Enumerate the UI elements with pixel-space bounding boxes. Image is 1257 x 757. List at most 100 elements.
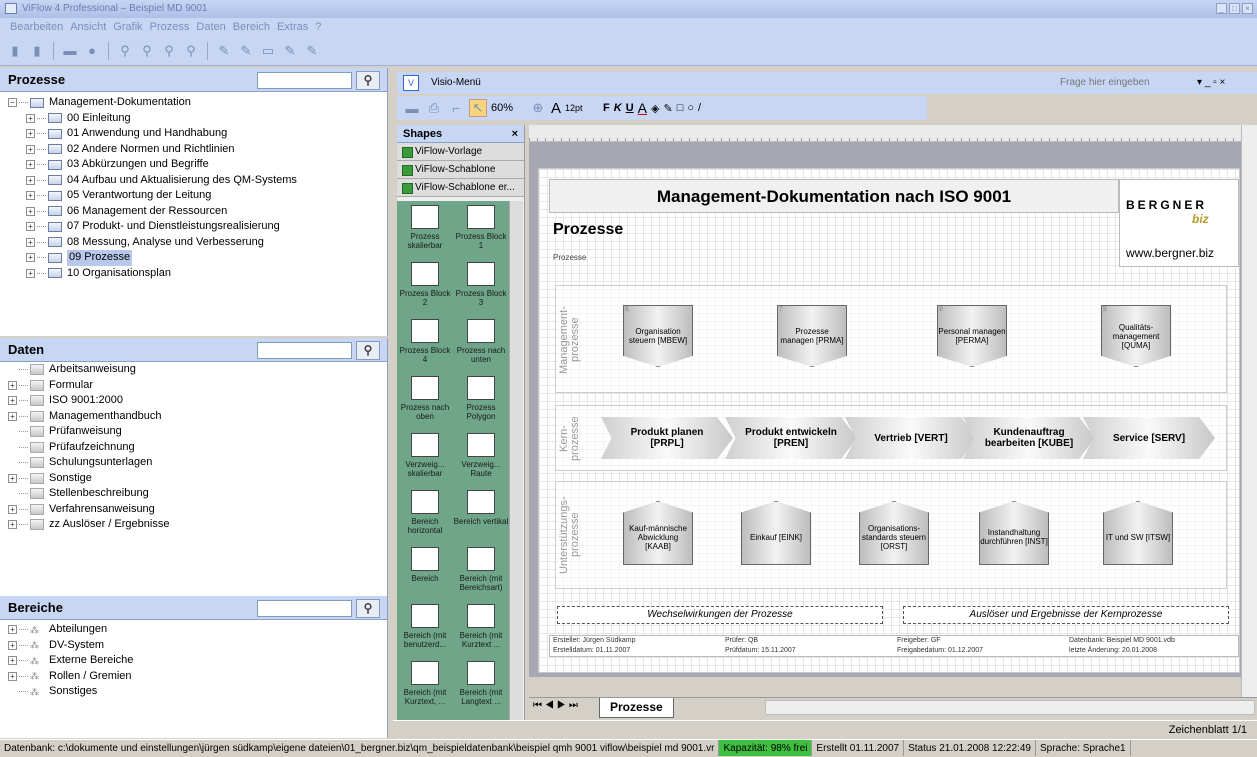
shapes-close-icon[interactable]: × <box>512 125 518 143</box>
expand-icon[interactable]: + <box>26 175 35 185</box>
daten-item[interactable]: + Verfahrensanweisung <box>8 502 387 518</box>
core-process[interactable]: Kundenauftrag bearbeiten [KUBE] <box>963 417 1095 459</box>
core-process[interactable]: Service [SERV] <box>1083 417 1215 459</box>
bereich-item[interactable]: + ⁂ Abteilungen <box>8 622 387 638</box>
menu-bereich[interactable]: Bereich <box>233 18 270 36</box>
mgmt-process[interactable]: Prozesse managen [PRMA] <box>777 305 847 367</box>
underline-icon[interactable]: U <box>626 102 634 114</box>
stencil-vorlage[interactable]: ViFlow-Vorlage <box>397 143 524 161</box>
shape-item[interactable]: Prozess Block 4 <box>397 319 453 364</box>
save-doc-icon[interactable]: ▬ <box>403 99 421 117</box>
tree-item[interactable]: +08 Messung, Analyse und Verbesserung <box>8 235 387 251</box>
shape-item[interactable]: Prozess skalierbar <box>397 205 453 250</box>
horizontal-scrollbar[interactable] <box>765 700 1255 715</box>
shapes-scrollbar[interactable] <box>509 201 523 721</box>
ellipse-icon[interactable]: ○ <box>687 102 694 114</box>
menu-help[interactable]: ? <box>315 18 321 36</box>
expand-icon[interactable]: + <box>26 191 35 201</box>
daten-search-icon[interactable]: ⚲ <box>356 341 380 360</box>
zoom-icon[interactable]: ⊕ <box>529 99 547 117</box>
tab-prozesse[interactable]: Prozesse <box>599 698 674 718</box>
support-process[interactable]: Kauf-männische Abwicklung [KAAB] <box>623 501 693 565</box>
tree-item[interactable]: +02 Andere Normen und Richtlinien <box>8 142 387 158</box>
pointer-icon[interactable]: ↖ <box>469 99 487 117</box>
expand-icon[interactable]: + <box>8 504 17 514</box>
edit-5-icon[interactable]: ✎ <box>303 42 321 60</box>
save-icon[interactable]: ▬ <box>61 42 79 60</box>
expand-icon[interactable]: + <box>8 520 17 530</box>
record-icon[interactable]: ● <box>83 42 101 60</box>
expand-icon[interactable]: + <box>8 396 17 406</box>
expand-icon[interactable]: + <box>26 129 35 139</box>
tree-item[interactable]: +10 Organisationsplan <box>8 266 387 282</box>
font-icon[interactable]: A <box>551 100 561 117</box>
view-3-icon[interactable]: ⚲ <box>160 42 178 60</box>
mgmt-process[interactable]: Organisation steuern [MBEW] <box>623 305 693 367</box>
shape-item[interactable]: Prozess Block 3 <box>453 262 509 307</box>
close-icon[interactable]: × <box>1242 3 1253 14</box>
menu-bearbeiten[interactable]: Bearbeiten <box>10 18 63 36</box>
expand-icon[interactable]: + <box>26 222 35 232</box>
daten-search-input[interactable] <box>257 342 352 359</box>
stencil-schablone[interactable]: ViFlow-Schablone <box>397 161 524 179</box>
expand-icon[interactable]: + <box>26 144 35 154</box>
daten-item[interactable]: + Formular <box>8 378 387 394</box>
fontsize-select[interactable]: 12pt <box>565 103 599 113</box>
menu-extras[interactable]: Extras <box>277 18 308 36</box>
mgmt-process[interactable]: Personal managen [PERMA] <box>937 305 1007 367</box>
support-process[interactable]: Einkauf [EINK] <box>741 501 811 565</box>
tree-item[interactable]: +00 Einleitung <box>8 111 387 127</box>
expand-icon[interactable]: + <box>8 411 17 421</box>
vertical-scrollbar[interactable] <box>1241 125 1257 697</box>
view-1-icon[interactable]: ⚲ <box>116 42 134 60</box>
edit-1-icon[interactable]: ✎ <box>215 42 233 60</box>
shape-item[interactable]: Bereich horizontal <box>397 490 453 535</box>
rect-icon[interactable]: □ <box>677 102 684 114</box>
prozesse-search-input[interactable] <box>257 72 352 89</box>
bold-icon[interactable]: F <box>603 102 610 114</box>
bereiche-search-icon[interactable]: ⚲ <box>356 599 380 618</box>
new-icon[interactable]: ▮ <box>6 42 24 60</box>
shape-item[interactable]: Bereich (mit Kurztext, ... <box>397 661 453 706</box>
fill-icon[interactable]: ◈ <box>651 102 659 115</box>
shape-item[interactable]: Prozess Block 1 <box>453 205 509 250</box>
minimize-icon[interactable]: _ <box>1216 3 1227 14</box>
core-process[interactable]: Produkt planen [PRPL] <box>601 417 733 459</box>
menu-ansicht[interactable]: Ansicht <box>70 18 106 36</box>
shape-item[interactable]: Prozess Block 2 <box>397 262 453 307</box>
shape-item[interactable]: Bereich (mit Langtext ... <box>453 661 509 706</box>
prozesse-search-icon[interactable]: ⚲ <box>356 71 380 90</box>
bereich-item[interactable]: + ⁂ Rollen / Gremien <box>8 669 387 685</box>
view-4-icon[interactable]: ⚲ <box>182 42 200 60</box>
tree-item[interactable]: +01 Anwendung und Handhabung <box>8 126 387 142</box>
bereich-item[interactable]: + ⁂ Externe Bereiche <box>8 653 387 669</box>
expand-icon[interactable]: + <box>26 206 35 216</box>
daten-item[interactable]: + Managementhandbuch <box>8 409 387 425</box>
tree-item[interactable]: +09 Prozesse <box>8 250 387 266</box>
tree-item[interactable]: +06 Management der Ressourcen <box>8 204 387 220</box>
expand-icon[interactable]: + <box>26 237 35 247</box>
daten-item[interactable]: Prüfaufzeichnung <box>8 440 387 456</box>
expand-icon[interactable]: + <box>8 656 17 666</box>
edit-4-icon[interactable]: ✎ <box>281 42 299 60</box>
tree-item[interactable]: +07 Produkt- und Dienstleistungsrealisie… <box>8 219 387 235</box>
menu-daten[interactable]: Daten <box>196 18 225 36</box>
mgmt-process[interactable]: Qualitäts-management [QUMA] <box>1101 305 1171 367</box>
support-process[interactable]: Instandhaltung durchführen [INST] <box>979 501 1049 565</box>
line-icon[interactable]: / <box>698 102 701 114</box>
tree-item[interactable]: +03 Abkürzungen und Begriffe <box>8 157 387 173</box>
expand-icon[interactable]: + <box>8 671 17 681</box>
support-process[interactable]: IT und SW [ITSW] <box>1103 501 1173 565</box>
support-process[interactable]: Organisations-standards steuern [ORST] <box>859 501 929 565</box>
connector-icon[interactable]: ⌐ <box>447 99 465 117</box>
shape-item[interactable]: Bereich (mit Bereichsart) <box>453 547 509 592</box>
bereich-item[interactable]: + ⁂ DV-System <box>8 638 387 654</box>
interface-box[interactable]: Auslöser und Ergebnisse der Kernprozesse <box>903 606 1229 624</box>
tree-item[interactable]: +05 Verantwortung der Leitung <box>8 188 387 204</box>
menu-grafik[interactable]: Grafik <box>113 18 142 36</box>
core-process[interactable]: Vertrieb [VERT] <box>845 417 977 459</box>
edit-3-icon[interactable]: ▭ <box>259 42 277 60</box>
expand-icon[interactable]: + <box>8 380 17 390</box>
bereich-item[interactable]: ⁂ Sonstiges <box>8 684 387 700</box>
zoom-select[interactable]: 60% <box>491 102 525 114</box>
